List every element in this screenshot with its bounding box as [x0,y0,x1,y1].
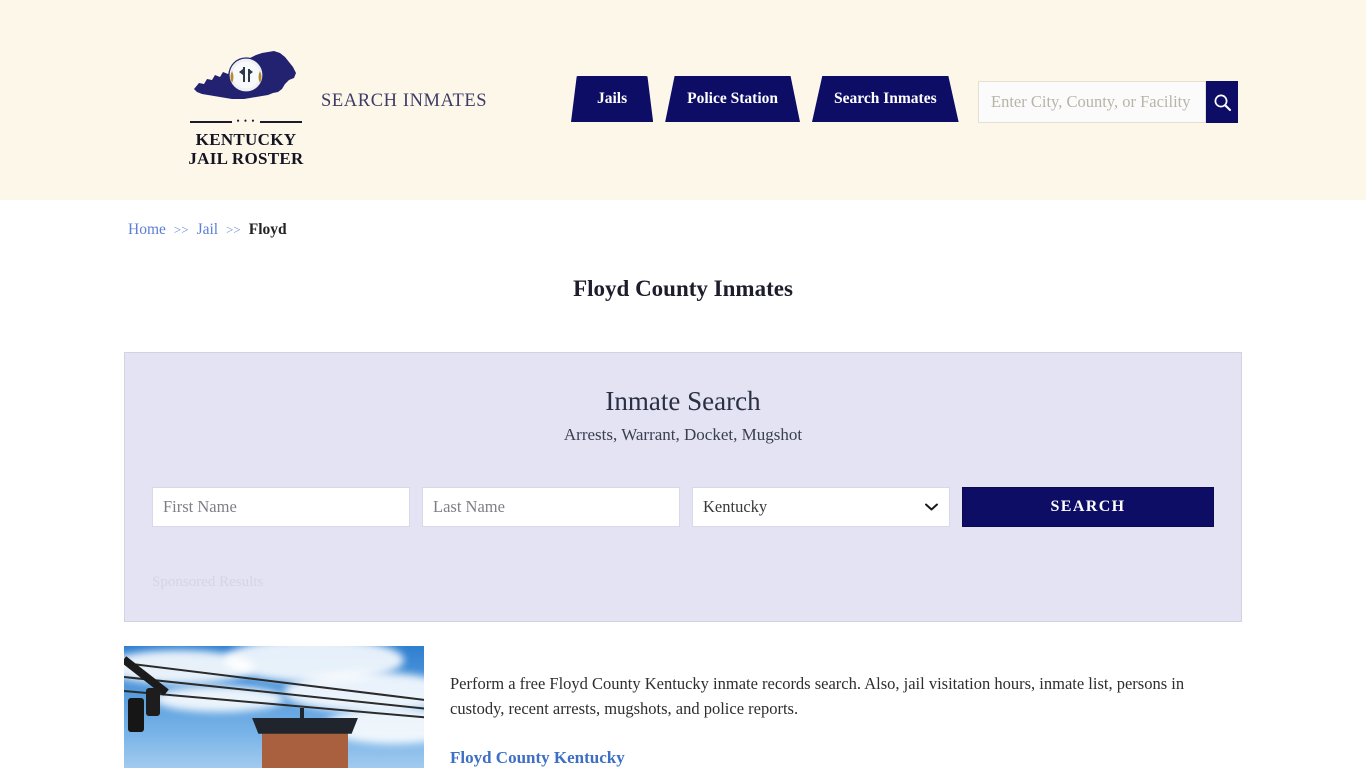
inmate-search-form: Kentucky SEARCH [152,486,1214,527]
panel-title: Inmate Search [605,386,761,416]
breadcrumb-home[interactable]: Home [128,221,166,239]
content-paragraph: Perform a free Floyd County Kentucky inm… [450,674,1185,719]
main-navigation: Jails Police Station Search Inmates [571,76,959,122]
logo-name-line2: JAIL ROSTER [188,149,304,168]
last-name-input[interactable] [422,486,680,527]
page-title: Floyd County Inmates [573,276,793,301]
content-area: Perform a free Floyd County Kentucky inm… [124,645,1242,768]
panel-subtitle: Arrests, Warrant, Docket, Mugshot [563,424,803,444]
header-search-input[interactable] [978,81,1206,123]
search-icon [1214,94,1231,111]
breadcrumb-separator-1: >> [173,222,189,237]
inmate-search-panel: Inmate Search Arrests, Warrant, Docket, … [124,352,1242,622]
sponsored-results-label: Sponsored Results [152,573,264,590]
site-header: • • • KENTUCKY JAIL ROSTER SEARCH INMATE… [0,0,1366,200]
state-select-wrapper: Kentucky [692,486,950,527]
logo-name-line1: KENTUCKY [195,130,297,149]
state-select[interactable]: Kentucky [692,486,950,527]
logo-divider: • • • [190,117,302,126]
breadcrumb-current: Floyd [248,221,287,238]
nav-jails[interactable]: Jails [571,76,654,122]
header-inner: • • • KENTUCKY JAIL ROSTER SEARCH INMATE… [128,0,1238,200]
content-sub-heading: Floyd County Kentucky [450,748,625,768]
breadcrumb-jail[interactable]: Jail [197,221,219,239]
nav-police-station[interactable]: Police Station [665,76,800,122]
header-tagline: SEARCH INMATES [321,91,488,111]
search-submit-button[interactable]: SEARCH [962,486,1214,527]
courthouse-building [262,727,348,768]
kentucky-map-icon [190,45,302,111]
breadcrumb-separator-2: >> [226,222,241,237]
county-photo [124,645,424,768]
header-search-form [978,81,1238,123]
site-logo[interactable]: • • • KENTUCKY JAIL ROSTER [166,45,326,168]
traffic-light-icon [128,697,144,732]
breadcrumb: Home >> Jail >> Floyd [128,200,1238,239]
content-text-column: Perform a free Floyd County Kentucky inm… [450,646,1242,768]
nav-search-inmates[interactable]: Search Inmates [812,76,959,122]
first-name-input[interactable] [152,486,410,527]
header-search-button[interactable] [1206,81,1238,123]
